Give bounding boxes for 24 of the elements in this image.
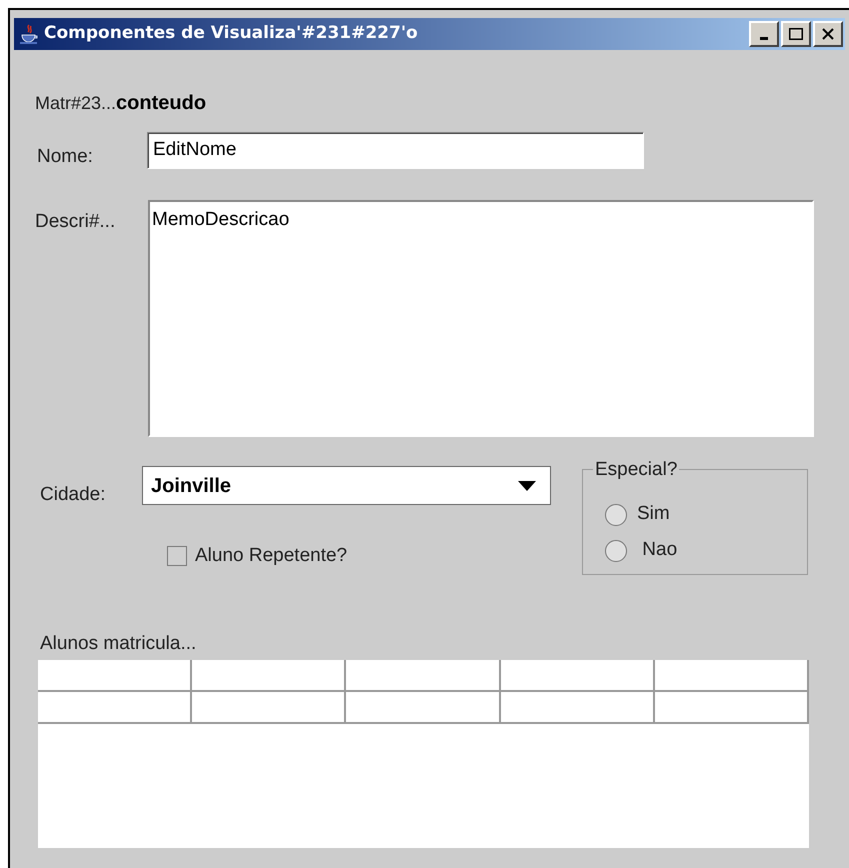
cidade-dropdown[interactable]: Joinville <box>142 466 551 506</box>
maximize-button[interactable] <box>781 21 811 47</box>
nome-field[interactable]: EditNome <box>147 132 644 169</box>
nome-label: Nome: <box>36 145 94 169</box>
minimize-button[interactable] <box>749 21 779 47</box>
checkbox[interactable] <box>167 546 187 566</box>
dropdown-arrow-icon <box>518 480 536 491</box>
minimize-icon <box>760 37 768 40</box>
radio-label: Nao <box>641 538 678 562</box>
window-title: Componentes de Visualiza'#231#227'o <box>44 22 418 46</box>
checkbox-label: Aluno Repetente? <box>195 544 348 568</box>
cup-icon <box>18 23 40 45</box>
descricao-label: Descri#... <box>35 210 116 234</box>
close-icon <box>822 28 834 40</box>
close-button[interactable] <box>813 21 843 47</box>
radio-button[interactable] <box>605 504 627 526</box>
radio-label: Sim <box>637 502 670 526</box>
radio-button[interactable] <box>605 540 627 562</box>
descricao-field[interactable]: MemoDescricao <box>148 200 814 436</box>
matricula-value: conteudo <box>116 91 206 116</box>
alunos-label: Alunos matricula... <box>40 632 198 656</box>
cidade-label: Cidade: <box>39 482 106 506</box>
matricula-label: Matr#23... <box>35 92 116 115</box>
maximize-icon <box>789 28 803 40</box>
